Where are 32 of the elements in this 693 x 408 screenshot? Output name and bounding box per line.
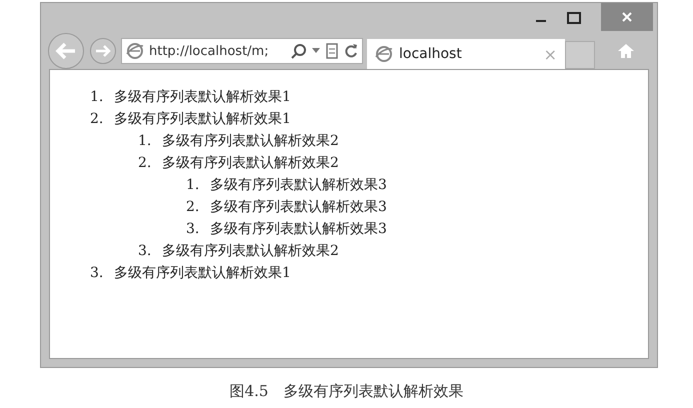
list-number: 2. — [90, 111, 104, 127]
list-item-text: 多级有序列表默认解析效果2 — [162, 242, 339, 260]
list-number: 1. — [138, 133, 152, 149]
list-item-text: 多级有序列表默认解析效果2 — [162, 154, 339, 172]
list-number: 1. — [186, 177, 200, 193]
list-item-text: 多级有序列表默认解析效果1 — [114, 88, 291, 106]
figure-caption: 图4.5 多级有序列表默认解析效果 — [228, 382, 464, 401]
browser-tab[interactable]: localhost × — [367, 39, 565, 69]
maximize-icon[interactable] — [567, 12, 581, 24]
tab-title: localhost — [399, 46, 463, 62]
dropdown-icon[interactable] — [312, 48, 320, 54]
address-bar[interactable]: http://localhost/m; — [121, 38, 363, 64]
list-number: 2. — [138, 155, 152, 171]
refresh-icon[interactable] — [344, 43, 358, 59]
close-icon — [621, 11, 633, 23]
list-number: 2. — [186, 199, 200, 215]
list-number: 3. — [138, 243, 152, 259]
forward-icon[interactable] — [89, 37, 117, 65]
list-item-text: 多级有序列表默认解析效果1 — [114, 264, 291, 282]
list-number: 3. — [186, 221, 200, 237]
search-icon[interactable] — [291, 43, 307, 59]
list-item-text: 多级有序列表默认解析效果3 — [210, 176, 387, 194]
list-number: 3. — [90, 265, 104, 281]
list-number: 1. — [90, 89, 104, 105]
url-text: http://localhost/m; — [149, 44, 270, 58]
list-item-text: 多级有序列表默认解析效果3 — [210, 220, 387, 238]
list-item-text: 多级有序列表默认解析效果1 — [114, 110, 291, 128]
compatibility-icon[interactable] — [325, 43, 339, 59]
list-item-text: 多级有序列表默认解析效果3 — [210, 198, 387, 216]
back-icon[interactable] — [47, 32, 85, 70]
list-item-text: 多级有序列表默认解析效果2 — [162, 132, 339, 150]
close-button[interactable] — [601, 3, 653, 31]
